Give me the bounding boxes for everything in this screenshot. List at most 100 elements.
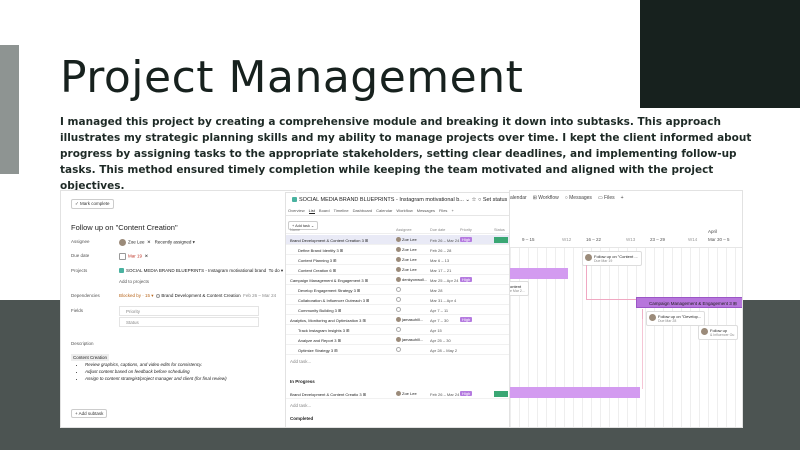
add-task-link[interactable]: Add task... [290, 359, 311, 364]
mark-complete-button[interactable]: ✓ Mark complete [71, 199, 114, 209]
assignee-name: denkyonwoll... [402, 277, 428, 282]
avatar [396, 247, 401, 253]
task-due: Mar 6 – 13 [430, 258, 450, 263]
tab-calendar[interactable]: Calendar [376, 208, 392, 213]
tab-overview[interactable]: Overview [288, 208, 305, 213]
timeline-tab[interactable]: + [621, 195, 624, 201]
project-status-dropdown[interactable]: To do ▾ [269, 268, 284, 273]
project-title[interactable]: SOCIAL MEDIA BRAND BLUEPRINTS - Instagra… [299, 197, 507, 203]
task-assignee[interactable]: Zoe Lee [396, 237, 417, 243]
tab-[interactable]: + [451, 208, 453, 213]
truncated-card[interactable]: ontent e Mar 2... [510, 281, 529, 296]
timeline-bar-brand-development[interactable] [510, 268, 568, 279]
task-due: Apr 25 – 30 [430, 338, 451, 343]
dependency-name[interactable]: Brand Development & Content Creation [161, 293, 240, 298]
close-icon[interactable]: ✕ [145, 254, 149, 259]
task-assignee[interactable]: Zoe Lee [396, 267, 417, 273]
tab-workflow[interactable]: Workflow [396, 208, 412, 213]
timeline-tab[interactable]: alendar [510, 195, 527, 201]
task-assignee[interactable]: jamasuhill... [396, 337, 423, 343]
avatar [396, 327, 401, 333]
table-row[interactable]: Analytics, Monitoring and Optimization 3… [286, 315, 512, 325]
task-due: Feb 26 – Mar 24 [430, 238, 460, 243]
project-name: SOCIAL MEDIA BRAND BLUEPRINTS - Instagra… [126, 268, 267, 273]
project-link[interactable]: SOCIAL MEDIA BRAND BLUEPRINTS - Instagra… [119, 268, 283, 274]
table-row[interactable]: Campaign Management & Engagement 3 ⊞ denk… [286, 275, 512, 285]
task-name: Develop Engagement Strategy 3 ⊞ [298, 288, 361, 293]
task-name: Optimize Strategy 3 ⊞ [298, 348, 338, 353]
task-assignee[interactable] [396, 307, 402, 313]
dependency-line [586, 299, 636, 300]
table-row[interactable]: Content Planning 3 ⊞ Zoe Lee Mar 6 – 13 [286, 255, 512, 265]
follow-up-card[interactable]: Follow up on "Develop... Due Mar 28 [646, 311, 706, 326]
tab-board[interactable]: Board [319, 208, 330, 213]
column-status: Status [494, 228, 505, 232]
follow-up-card[interactable]: Follow up & Influencer Ou [698, 325, 739, 340]
tab-messages[interactable]: Messages [417, 208, 435, 213]
dependency-line [642, 319, 643, 389]
table-row[interactable]: Content Creation 6 ⊞ Zoe Lee Mar 17 – 21 [286, 265, 512, 275]
week-number: W14 [688, 237, 698, 242]
table-row[interactable]: Define Brand Identity 3 ⊞ Zoe Lee Feb 26 –… [286, 245, 512, 255]
description-content[interactable]: Content Creation Review graphics, captio… [71, 354, 271, 382]
tab-files[interactable]: Files [439, 208, 447, 213]
avatar [396, 287, 401, 293]
timeline-tab[interactable]: ▭ Files [598, 195, 615, 201]
table-row[interactable]: Track Instagram Insights 3 ⊞ Apr 15 [286, 325, 512, 335]
assignee-row: Assignee Zoe Lee ✕ Recently assigned ▾ [71, 239, 195, 246]
due-date-value[interactable]: Mar 19 ✕ [119, 253, 148, 260]
avatar [396, 317, 401, 323]
priority-field[interactable]: Priority [119, 306, 259, 316]
task-due: Mar 28 [430, 288, 443, 293]
assignee-name: Zoe Lee [128, 239, 145, 245]
task-assignee[interactable]: denkyonwoll... [396, 277, 428, 283]
timeline-tab[interactable]: ○ Messages [565, 195, 592, 201]
table-row[interactable]: Brand Development & Content Creation 3 ⊞… [286, 235, 512, 245]
avatar [396, 337, 401, 343]
card-due: e Mar 2... [510, 289, 525, 293]
table-row[interactable]: Optimize Strategy 3 ⊞ Apr 28 – May 2 [286, 345, 512, 355]
status-field[interactable]: Status [119, 317, 259, 327]
table-row[interactable]: Collaboration & Influencer Outreach 3 ⊞ M… [286, 295, 512, 305]
task-name: Brand Development & Content Creation 3 ⊞ [290, 238, 369, 243]
add-task-link[interactable]: Add task... [290, 403, 311, 408]
description-bullet: Review graphics, captions, and video edi… [85, 361, 271, 368]
table-row[interactable]: Brand Development & Content Creatio 3 ⊞ … [286, 389, 512, 399]
task-name: Collaboration & Influencer Outreach 3 ⊞ [298, 298, 370, 303]
table-row[interactable]: Community Building 3 ⊞ Apr 7 – 11 [286, 305, 512, 315]
week-number: W13 [626, 237, 636, 242]
assignee-name: Zoe Lee [402, 257, 417, 262]
timeline-tab[interactable]: ⊞ Workflow [533, 195, 559, 201]
task-assignee[interactable] [396, 287, 402, 293]
section-completed: Completed [290, 416, 314, 421]
task-assignee[interactable] [396, 297, 402, 303]
table-row[interactable]: Develop Engagement Strategy 3 ⊞ Mar 28 [286, 285, 512, 295]
priority-badge: High [460, 391, 473, 396]
recently-assigned-dropdown[interactable]: Recently assigned ▾ [155, 240, 195, 245]
tab-dashboard[interactable]: Dashboard [353, 208, 373, 213]
task-assignee[interactable] [396, 347, 402, 353]
page-description: I managed this project by creating a com… [60, 116, 752, 192]
status-badge [494, 237, 508, 243]
task-assignee[interactable]: jamasuhill... [396, 317, 423, 323]
assignee-name: Zoe Lee [402, 391, 417, 396]
task-assignee[interactable] [396, 327, 402, 333]
task-assignee[interactable]: Zoe Lee [396, 257, 417, 263]
blocked-by-dropdown[interactable]: Blocked by · 15 ▾ [119, 293, 154, 298]
add-to-projects-link[interactable]: Add to projects [119, 279, 149, 284]
tab-timeline[interactable]: Timeline [334, 208, 349, 213]
follow-up-card[interactable]: Follow up on "Content ... Due Mar 19 [582, 251, 642, 266]
task-assignee[interactable]: Zoe Lee [396, 247, 417, 253]
add-subtask-button[interactable]: + Add subtask [71, 409, 108, 418]
close-icon[interactable]: ✕ [147, 240, 151, 245]
list-view-screenshot: SOCIAL MEDIA BRAND BLUEPRINTS - Instagra… [285, 192, 513, 428]
avatar [585, 254, 592, 261]
tab-list[interactable]: List [308, 208, 315, 214]
assignee-value[interactable]: Zoe Lee ✕ Recently assigned ▾ [119, 239, 195, 246]
task-name: Community Building 3 ⊞ [298, 308, 342, 313]
table-row[interactable]: Analyze and Report 3 ⊞ jamasuhill... Apr 2… [286, 335, 512, 345]
timeline-bar-in-progress[interactable] [510, 387, 640, 398]
priority-badge: High [460, 277, 473, 282]
avatar [396, 347, 401, 353]
timeline-bar-campaign[interactable]: Campaign Management & Engagement 3 ⊞ [636, 297, 742, 308]
